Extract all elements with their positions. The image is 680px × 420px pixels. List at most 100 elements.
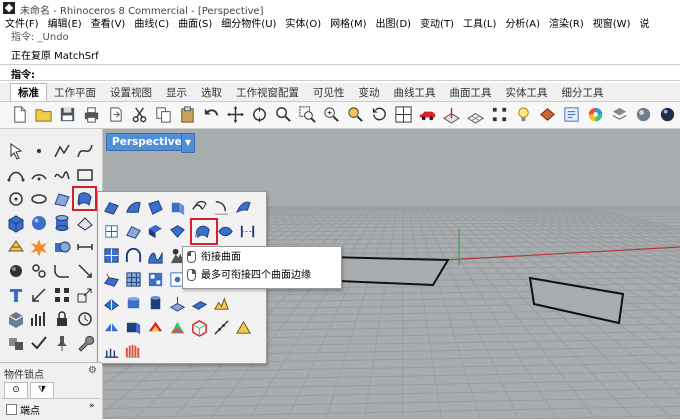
menu-mesh[interactable]: 网格(M) <box>325 17 370 33</box>
fillet-icon[interactable] <box>52 261 72 281</box>
text-icon[interactable] <box>6 285 26 305</box>
right-click-command[interactable]: 最多可衔接四个曲面边缘 <box>187 268 311 284</box>
terrain-icon[interactable] <box>212 294 231 313</box>
freeform-curve-icon[interactable] <box>52 165 72 185</box>
grid-snap-icon[interactable] <box>466 105 485 124</box>
planar-curves-icon[interactable] <box>146 198 165 217</box>
patch-icon[interactable] <box>216 222 235 241</box>
surface-from-curves-icon[interactable] <box>52 189 72 209</box>
sweep-one-rail-icon[interactable] <box>124 222 143 241</box>
unroll-icon[interactable] <box>102 318 121 337</box>
cylinder-icon[interactable] <box>52 213 72 233</box>
paste-icon[interactable] <box>178 105 197 124</box>
dimension-icon[interactable] <box>29 285 49 305</box>
network-surface-icon[interactable] <box>168 222 187 241</box>
explode-icon[interactable] <box>29 237 49 257</box>
ellipse-icon[interactable] <box>29 189 49 209</box>
circle-icon[interactable] <box>6 189 26 209</box>
tab-surface-tools[interactable]: 曲面工具 <box>443 84 499 102</box>
distance-icon[interactable] <box>75 237 95 257</box>
curvature-map-icon[interactable] <box>168 318 187 337</box>
tab-cplanes[interactable]: 工作平面 <box>47 84 103 102</box>
tab-standard[interactable]: 标准 <box>10 83 47 102</box>
sphere-render-icon[interactable] <box>658 105 677 124</box>
rotate-view-icon[interactable] <box>250 105 269 124</box>
checkmark-icon[interactable] <box>29 333 49 353</box>
shade-surface-icon[interactable] <box>234 318 253 337</box>
analyze-icon[interactable] <box>29 309 49 329</box>
menu-help[interactable]: 说 <box>634 17 653 33</box>
arc-icon[interactable] <box>29 165 49 185</box>
car-render-icon[interactable] <box>418 105 437 124</box>
tab-subd-tools[interactable]: 细分工具 <box>555 84 611 102</box>
menu-tools[interactable]: 工具(L) <box>458 17 500 33</box>
tab-select[interactable]: 选取 <box>194 84 229 102</box>
four-viewports-icon[interactable] <box>394 105 413 124</box>
pin-icon[interactable] <box>52 333 72 353</box>
menu-analyze[interactable]: 分析(A) <box>500 17 544 33</box>
open-folder-icon[interactable] <box>34 105 53 124</box>
flat-surface-icon[interactable] <box>190 294 209 313</box>
surface-corner-points-icon[interactable] <box>102 198 121 217</box>
curve-icon[interactable] <box>75 141 95 161</box>
menu-transform[interactable]: 变动(T) <box>415 17 458 33</box>
rectangle-icon[interactable] <box>75 165 95 185</box>
save-icon[interactable] <box>58 105 77 124</box>
import-icon[interactable] <box>106 105 125 124</box>
menu-dimension[interactable]: 出图(D) <box>371 17 416 33</box>
boolean-icon[interactable] <box>52 237 72 257</box>
endpoint-checkbox[interactable] <box>6 404 17 415</box>
lock-icon[interactable] <box>52 309 72 329</box>
menu-panels[interactable]: 视窗(W) <box>588 17 635 33</box>
left-click-command[interactable]: 衔接曲面 <box>187 250 241 266</box>
material-icon[interactable] <box>538 105 557 124</box>
osnap-more-button[interactable]: » <box>89 401 95 411</box>
cplane-icon[interactable] <box>442 105 461 124</box>
copy-icon[interactable] <box>154 105 173 124</box>
plane-grid-icon[interactable] <box>124 270 143 289</box>
zoom-selected-icon[interactable] <box>346 105 365 124</box>
cut-icon[interactable] <box>130 105 149 124</box>
color-wheel-icon[interactable] <box>586 105 605 124</box>
point-icon[interactable] <box>29 141 49 161</box>
group-icon[interactable] <box>6 333 26 353</box>
osnap-tab-filter[interactable]: ⧩ <box>30 382 54 399</box>
extrude-curve-icon[interactable] <box>168 198 187 217</box>
box-wire-icon[interactable] <box>190 318 209 337</box>
cylinder-surface-icon[interactable] <box>124 294 143 313</box>
tab-curve-tools[interactable]: 曲线工具 <box>387 84 443 102</box>
box-icon[interactable] <box>6 213 26 233</box>
caret-down-icon[interactable]: ▼ <box>181 133 195 153</box>
revolve-icon[interactable] <box>212 198 231 217</box>
undo-icon[interactable] <box>202 105 221 124</box>
zoom-window-icon[interactable] <box>298 105 317 124</box>
print-icon[interactable] <box>82 105 101 124</box>
curve-network-icon[interactable] <box>102 246 121 265</box>
zoom-extents-icon[interactable] <box>322 105 341 124</box>
polyline-icon[interactable] <box>52 141 72 161</box>
sweep-two-rails-icon[interactable] <box>146 222 165 241</box>
arch-surface-icon[interactable] <box>124 246 143 265</box>
tab-transform[interactable]: 变动 <box>352 84 387 102</box>
pan-icon[interactable] <box>226 105 245 124</box>
layers-icon[interactable] <box>610 105 629 124</box>
rail-revolve-icon[interactable] <box>102 222 121 241</box>
box-edit-icon[interactable] <box>6 309 26 329</box>
bezier-icon[interactable] <box>6 165 26 185</box>
select-arrow-icon[interactable] <box>6 141 26 161</box>
menu-view[interactable]: 查看(V) <box>86 17 130 33</box>
properties-icon[interactable] <box>562 105 581 124</box>
menu-subd[interactable]: 细分物件(U) <box>216 17 280 33</box>
tab-viewport-layout[interactable]: 工作视窗配置 <box>229 84 306 102</box>
menu-curve[interactable]: 曲线(C) <box>129 17 173 33</box>
array-icon[interactable] <box>52 285 72 305</box>
blend-surface-icon[interactable] <box>238 222 257 241</box>
render-preview-icon[interactable] <box>634 105 653 124</box>
light-icon[interactable] <box>514 105 533 124</box>
loft-icon[interactable] <box>190 198 209 217</box>
menu-surface[interactable]: 曲面(S) <box>173 17 216 33</box>
offset-surface-icon[interactable] <box>102 270 121 289</box>
menu-render[interactable]: 渲染(R) <box>544 17 588 33</box>
edge-curves-icon[interactable] <box>124 198 143 217</box>
zebra-icon[interactable] <box>124 342 143 361</box>
